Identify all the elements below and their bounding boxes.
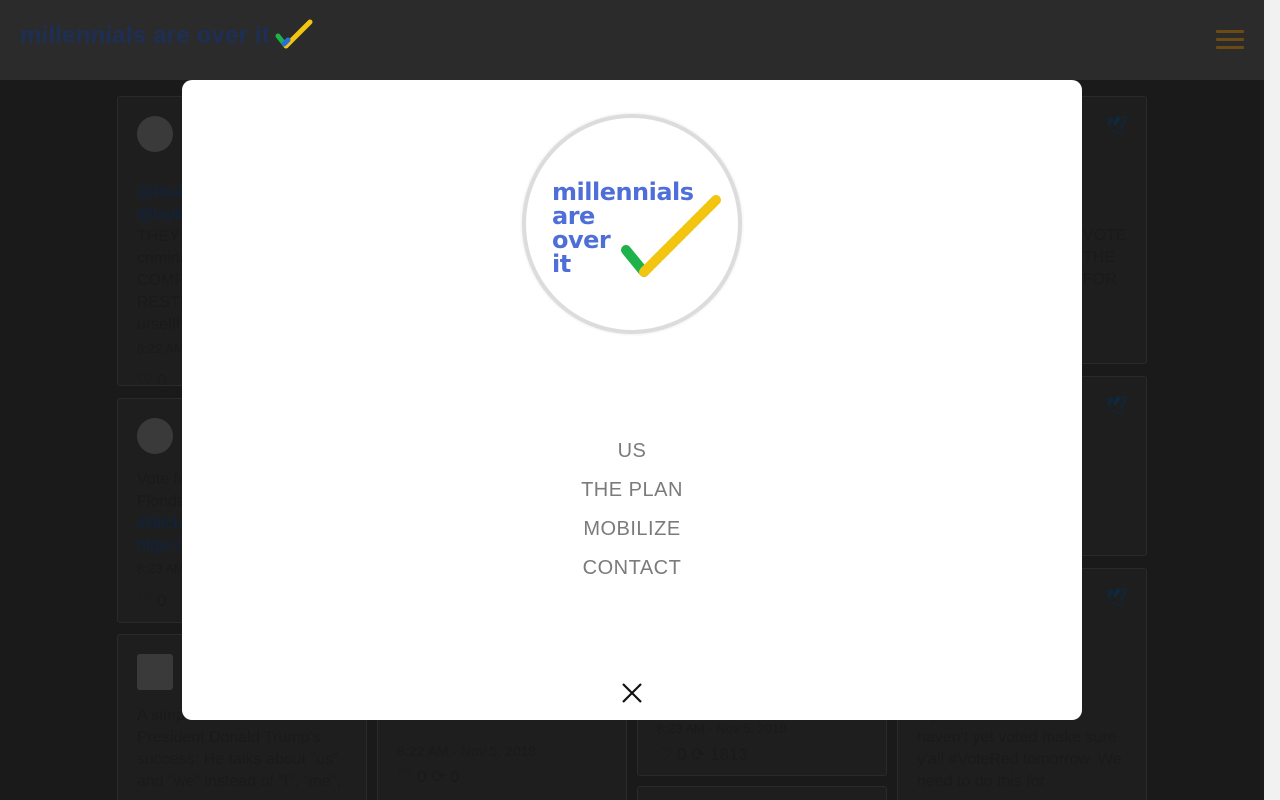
- menu-item-contact[interactable]: CONTACT: [182, 549, 1082, 588]
- page-scrollbar[interactable]: [1264, 0, 1280, 800]
- menu-item-the-plan[interactable]: THE PLAN: [182, 471, 1082, 510]
- menu-item-mobilize[interactable]: MOBILIZE: [182, 510, 1082, 549]
- modal-menu: US THE PLAN MOBILIZE CONTACT: [182, 432, 1082, 588]
- site-logo: millennials are over it: [522, 114, 742, 334]
- navigation-modal: millennials are over it US THE PLAN MOBI…: [182, 80, 1082, 720]
- close-icon[interactable]: [619, 680, 645, 706]
- menu-item-us[interactable]: US: [182, 432, 1082, 471]
- logo-check-icon: [621, 195, 721, 277]
